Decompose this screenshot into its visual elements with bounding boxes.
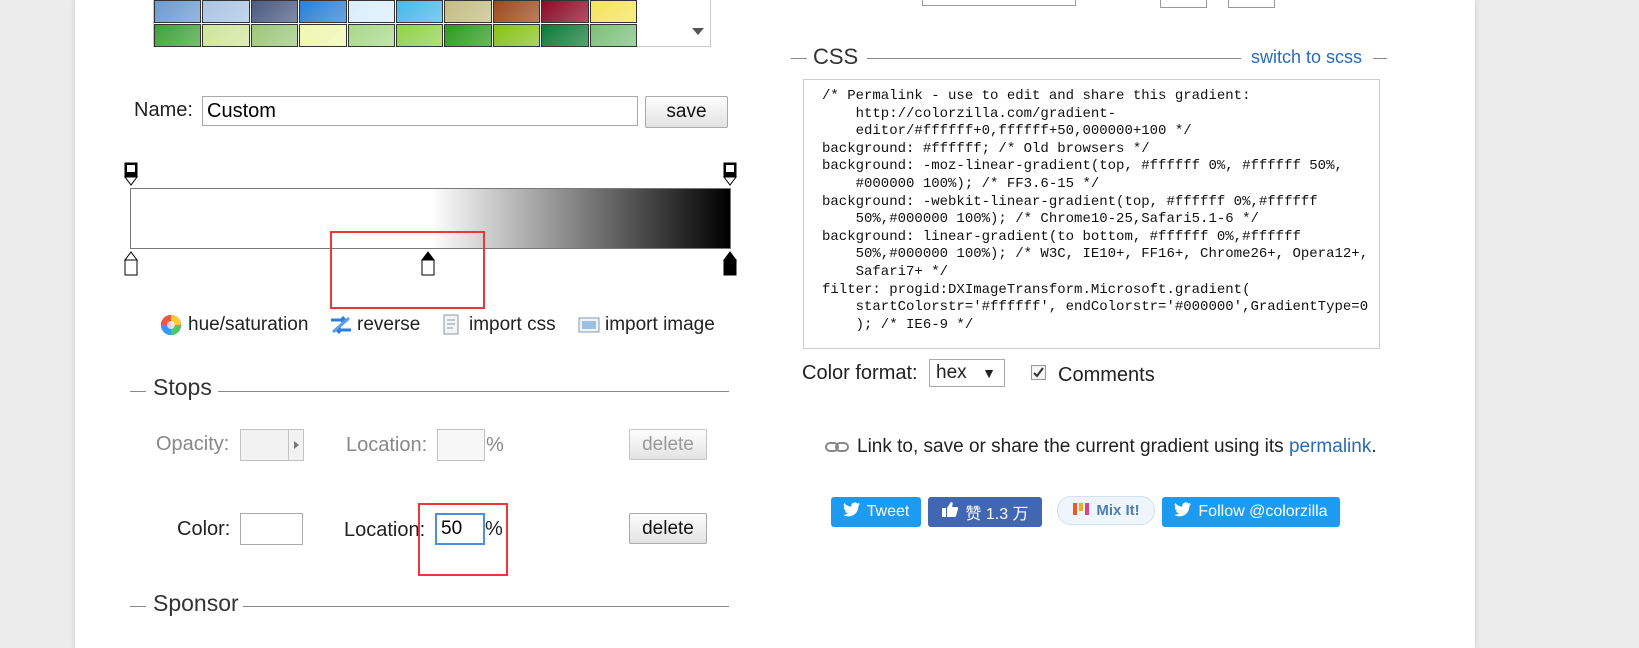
preset-swatch[interactable] (589, 0, 637, 23)
permalink-link[interactable]: permalink (1289, 436, 1371, 457)
highlight-box-location (418, 503, 508, 576)
preset-swatch[interactable] (589, 24, 637, 47)
stops-title: Stops (153, 374, 212, 400)
mix-logo-icon (1072, 501, 1090, 521)
color-label: Color: (177, 518, 231, 540)
chain-link-icon (825, 440, 850, 452)
presets-scrollbar[interactable] (686, 0, 710, 46)
color-format-select[interactable]: hex ▼ (929, 359, 1005, 387)
tweet-button[interactable]: Tweet (831, 497, 921, 527)
comments-label: Comments (1058, 364, 1155, 386)
partial-input-2[interactable] (1228, 0, 1275, 8)
partial-select[interactable] (922, 0, 1076, 6)
highlight-box-stop (330, 231, 485, 309)
css-code-box[interactable]: /* Permalink - use to edit and share thi… (803, 79, 1380, 349)
css-rule-left (791, 58, 807, 59)
import-css-label: import css (469, 314, 556, 335)
import-css-button[interactable]: import css (441, 314, 556, 336)
thumbs-up-icon (941, 501, 959, 523)
opacity-input[interactable] (240, 429, 304, 461)
reverse-arrows-icon (329, 314, 351, 336)
color-stop-100[interactable] (723, 251, 737, 276)
reverse-label: reverse (357, 314, 421, 335)
hue-saturation-label: hue/saturation (188, 314, 309, 335)
chevron-down-icon: ▼ (982, 365, 996, 381)
twitter-bird-icon (1174, 502, 1192, 522)
color-format-label: Color format: (802, 362, 918, 384)
opacity-stop-left[interactable] (124, 162, 138, 186)
partial-input-1[interactable] (1160, 0, 1207, 8)
mix-it-button[interactable]: Mix It! (1057, 496, 1155, 525)
preset-swatches (154, 0, 638, 47)
preset-swatch[interactable] (444, 24, 492, 47)
reverse-button[interactable]: reverse (329, 314, 420, 336)
document-icon (441, 314, 463, 336)
preset-swatch[interactable] (444, 0, 492, 23)
preset-swatch[interactable] (299, 0, 347, 23)
permalink-period: . (1371, 436, 1377, 457)
css-title: CSS (813, 44, 859, 69)
mix-it-label: Mix It! (1096, 502, 1140, 519)
css-rule-mid (867, 58, 1241, 59)
twitter-bird-icon (842, 502, 861, 522)
preset-swatch[interactable] (492, 24, 541, 47)
opacity-spinner[interactable] (288, 430, 303, 460)
preset-swatch[interactable] (395, 24, 444, 47)
import-image-button[interactable]: import image (577, 314, 715, 336)
preset-swatch[interactable] (202, 24, 250, 47)
preset-swatch[interactable] (202, 0, 250, 23)
tweet-label: Tweet (866, 503, 910, 520)
preset-swatch[interactable] (250, 0, 299, 23)
import-image-label: import image (605, 314, 715, 335)
preset-swatch[interactable] (541, 24, 589, 47)
sponsor-title: Sponsor (153, 590, 239, 616)
opacity-location-input[interactable] (437, 429, 485, 461)
switch-to-scss-link[interactable]: switch to scss (1251, 47, 1362, 68)
preset-swatch[interactable] (541, 0, 589, 23)
opacity-delete-button[interactable]: delete (629, 429, 707, 460)
image-icon (577, 314, 600, 336)
preset-swatch[interactable] (299, 24, 347, 47)
color-format-value: hex (936, 362, 967, 383)
scroll-down-arrow-icon[interactable] (692, 28, 704, 35)
sponsor-rule-right (243, 606, 729, 607)
opacity-stop-right[interactable] (723, 162, 737, 186)
follow-button[interactable]: Follow @colorzilla (1162, 497, 1340, 527)
like-button[interactable]: 赞 1.3 万 (928, 497, 1042, 527)
comments-checkbox[interactable] (1031, 365, 1046, 380)
preset-swatch[interactable] (395, 0, 444, 23)
name-label: Name: (134, 99, 193, 121)
follow-label: Follow @colorzilla (1198, 503, 1328, 520)
sponsor-rule-left (130, 606, 146, 607)
opacity-label: Opacity: (156, 433, 230, 455)
preset-swatch[interactable] (492, 0, 541, 23)
color-picker-swatch[interactable] (240, 513, 303, 545)
preset-swatch[interactable] (347, 0, 395, 23)
preset-swatch-grid (153, 0, 711, 47)
opacity-location-label: Location: (346, 434, 428, 456)
color-wheel-icon (160, 314, 182, 336)
css-rule-right (1373, 58, 1387, 59)
opacity-percent: % (486, 434, 504, 456)
save-button[interactable]: save (645, 96, 728, 128)
permalink-sentence: Link to, save or share the current gradi… (857, 436, 1377, 458)
checkmark-icon (1033, 367, 1044, 378)
preset-swatch[interactable] (250, 24, 299, 47)
hue-saturation-button[interactable]: hue/saturation (160, 314, 308, 336)
preset-swatch[interactable] (154, 24, 202, 47)
color-stop-0[interactable] (124, 251, 138, 276)
name-input[interactable] (202, 96, 638, 126)
permalink-text: Link to, save or share the current gradi… (857, 436, 1284, 457)
color-location-label: Location: (344, 519, 426, 541)
stops-rule-right (218, 391, 729, 392)
preset-swatch[interactable] (154, 0, 202, 23)
preset-swatch[interactable] (347, 24, 395, 47)
like-count-label: 赞 1.3 万 (965, 506, 1029, 523)
color-delete-button[interactable]: delete (629, 513, 707, 544)
stops-rule-left (130, 391, 146, 392)
